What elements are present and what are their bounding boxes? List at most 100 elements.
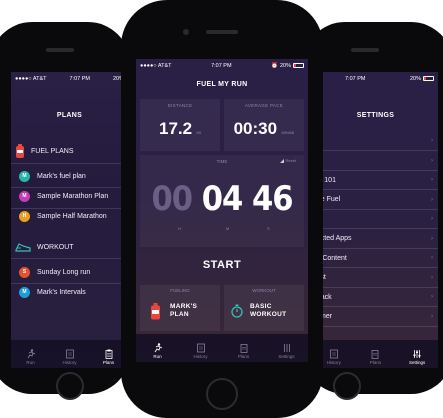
divider (313, 228, 438, 229)
tab-bar: History Plans Settings (313, 340, 438, 368)
sliders-icon (283, 344, 290, 352)
divider (313, 208, 438, 210)
distance-value-wrap: 17.2 MI (140, 119, 220, 139)
settings-item[interactable]: out› (313, 134, 438, 148)
tab-label: History (326, 360, 341, 365)
history-icon (65, 349, 74, 359)
settings-item[interactable]: cast› (313, 271, 438, 285)
plan-label: Sample Marathon Plan (37, 192, 109, 200)
workout-avatar: S (19, 266, 30, 278)
start-button[interactable]: START (140, 251, 304, 279)
status-bar: 7:07 PM 20% (313, 72, 438, 85)
page-title: FUEL MY RUN (196, 81, 248, 88)
settings-item[interactable]: dback› (313, 290, 438, 304)
page-title: SETTINGS (356, 112, 395, 119)
tab-plans[interactable]: Plans (229, 343, 259, 359)
runner-icon (27, 349, 35, 359)
right-phone-speaker (351, 48, 379, 52)
divider (313, 306, 438, 307)
tab-label: Settings (409, 360, 426, 365)
fuel-plans-label: FUEL PLANS (31, 147, 74, 155)
home-button[interactable] (206, 378, 238, 410)
home-button[interactable] (333, 372, 361, 400)
list-item[interactable]: H Sample Half Marathon (11, 209, 128, 223)
carrier-text: ●●●●○ AT&T (140, 62, 172, 69)
fueling-card[interactable]: FUELING MARK'S PLAN (140, 285, 220, 331)
workout-label: WORKOUT (252, 288, 276, 293)
stopwatch-icon (231, 304, 243, 318)
tab-label: Plans (102, 360, 115, 365)
tab-bar: Run History Plans (11, 340, 128, 368)
settings-item[interactable]: age Fuel › (313, 193, 438, 207)
h-unit: H (178, 226, 181, 231)
pace-value-wrap: 00:30 MIN/MI (224, 119, 304, 139)
tab-plans[interactable]: Plans (360, 349, 390, 365)
sliders-icon (413, 350, 421, 358)
settings-item[interactable]: ing 101 › (313, 173, 438, 187)
tab-history[interactable]: History (186, 343, 216, 359)
settings-item[interactable]: › (313, 212, 438, 226)
status-bar: ●●●●○ AT&T 7:07 PM ⏰ 20% (136, 59, 308, 72)
list-item[interactable]: M Mark's fuel plan (11, 169, 128, 183)
clipboard-icon (240, 344, 247, 353)
settings-screen: 7:07 PM 20% SETTINGS out› ile› ing 101› age… (313, 72, 438, 368)
timer-minutes: 04 (201, 179, 244, 219)
clock-text: 7:07 PM (345, 75, 366, 82)
tab-history[interactable]: History (319, 349, 349, 365)
tab-history[interactable]: History (55, 349, 85, 365)
plans-screen: ●●●●○ AT&T 7:07 PM 20% PLANS FUEL PLANS … (11, 72, 128, 368)
tab-run[interactable]: Run (16, 349, 46, 365)
list-item[interactable]: M Mark's Intervals (11, 285, 128, 299)
chevron-right-icon: › (431, 196, 433, 203)
alarm-icon: ⏰ (271, 62, 278, 69)
divider (313, 247, 438, 249)
status-bar: ●●●●○ AT&T 7:07 PM 20% (11, 72, 128, 85)
battery-text: 20% (409, 75, 421, 82)
timer-seconds: 46 (251, 179, 294, 219)
plan-label: Mark's fuel plan (37, 172, 86, 180)
bottle-icon (16, 144, 24, 158)
run-screen: ●●●●○ AT&T 7:07 PM ⏰ 20% FUEL MY RUN DIST… (136, 59, 308, 362)
workout-plan: BASIC WORKOUT (250, 303, 287, 318)
divider (11, 258, 128, 259)
reset-label: Reset (285, 158, 296, 163)
m-unit: M (226, 226, 230, 231)
distance-unit: MI (196, 130, 201, 135)
tab-bar: Run History Plans Settings (136, 334, 308, 362)
tab-run[interactable]: Run (143, 343, 173, 359)
tab-settings[interactable]: Settings (402, 349, 432, 365)
pace-card: AVERAGE PACE 00:30 MIN/MI (224, 99, 304, 151)
tab-label: Run (153, 354, 162, 359)
workout-avatar: M (19, 286, 30, 298)
tab-label: Settings (278, 354, 295, 359)
timer-display: 00 04 46 (140, 179, 304, 219)
tab-plans[interactable]: Plans (94, 349, 124, 365)
home-button[interactable] (56, 372, 84, 400)
battery-icon (423, 76, 434, 81)
tab-label: History (62, 360, 77, 365)
list-item[interactable]: M Sample Marathon Plan (11, 189, 128, 203)
distance-card: DISTANCE 17.2 MI (140, 99, 220, 151)
tab-settings[interactable]: Settings (272, 343, 302, 359)
chevron-right-icon: › (431, 274, 433, 281)
divider (11, 283, 128, 284)
plan-avatar: H (19, 210, 30, 222)
divider (313, 169, 438, 171)
s-unit: S (267, 226, 270, 231)
settings-item[interactable]: laimer› (313, 310, 438, 324)
settings-item[interactable]: nected Apps › (313, 232, 438, 246)
list-item[interactable]: S Sunday Long run (11, 265, 128, 279)
settings-item[interactable]: ile› (313, 154, 438, 168)
carrier-text: ●●●●○ AT&T (15, 75, 47, 82)
divider (313, 325, 438, 327)
settings-item[interactable]: us Content › (313, 251, 438, 265)
fueling-plan: MARK'S PLAN (170, 303, 198, 318)
plan-avatar: M (19, 170, 30, 182)
clipboard-icon (372, 350, 379, 359)
time-card: TIME Reset 00 04 46 H M S (140, 155, 304, 247)
pace-value: 00:30 (233, 119, 278, 138)
reset-toggle[interactable]: Reset (279, 158, 296, 163)
workout-card[interactable]: WORKOUT BASIC WORKOUT (224, 285, 304, 331)
chevron-right-icon: › (431, 313, 433, 320)
chevron-right-icon: › (431, 235, 433, 242)
